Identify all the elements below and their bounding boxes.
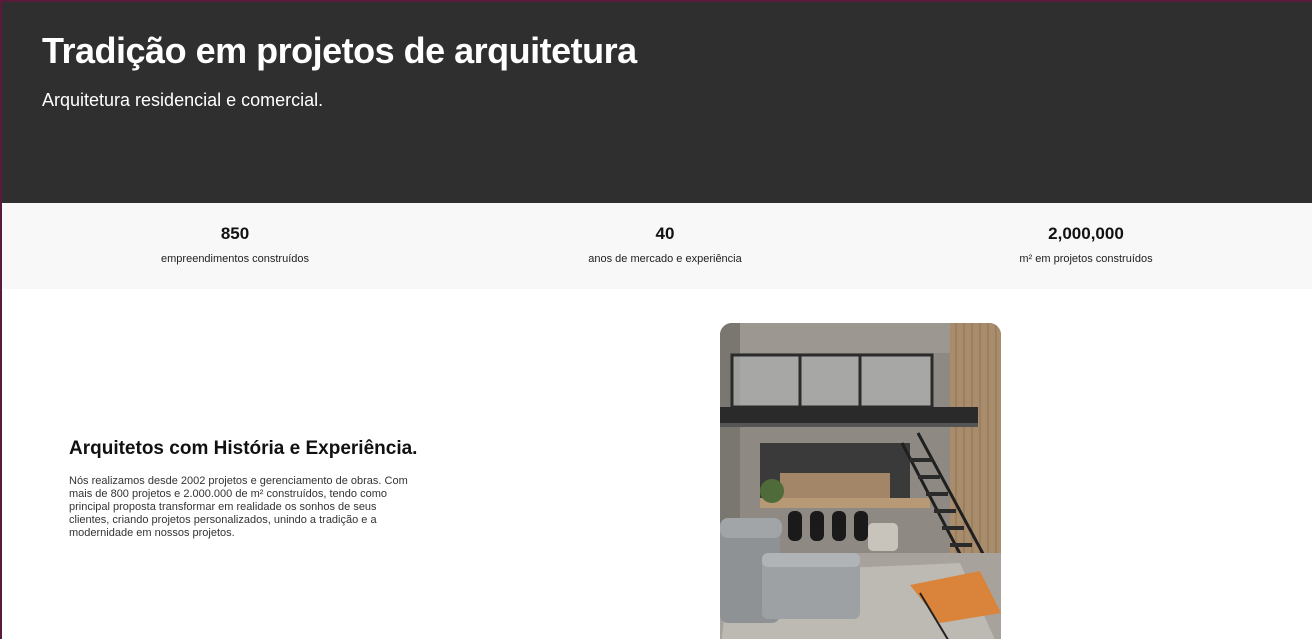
stat-label: m² em projetos construídos	[1019, 253, 1153, 265]
stat-value: 2,000,000	[1048, 224, 1124, 243]
stat-value: 850	[220, 224, 250, 243]
stat-value: 40	[655, 224, 675, 243]
about-text: Nós realizamos desde 2002 projetos e ger…	[69, 475, 408, 539]
loft-interior-photo	[720, 323, 1001, 639]
page: Tradição em projetos de arquitetura Arqu…	[0, 0, 1312, 639]
stat-years: 40 anos de mercado e experiência	[447, 203, 883, 289]
hero-subtitle: Arquitetura residencial e comercial.	[42, 90, 324, 110]
about-title: Arquitetos com História e Experiência.	[69, 438, 418, 459]
stat-area: 2,000,000 m² em projetos construídos	[868, 203, 1304, 289]
stat-label: empreendimentos construídos	[161, 253, 309, 265]
stat-label: anos de mercado e experiência	[588, 253, 742, 265]
hero-title: Tradição em projetos de arquitetura	[42, 30, 637, 71]
stat-projects: 850 empreendimentos construídos	[17, 203, 453, 289]
stats-bar: 850 empreendimentos construídos 40 anos …	[2, 203, 1312, 289]
hero-banner: Tradição em projetos de arquitetura Arqu…	[2, 2, 1312, 203]
